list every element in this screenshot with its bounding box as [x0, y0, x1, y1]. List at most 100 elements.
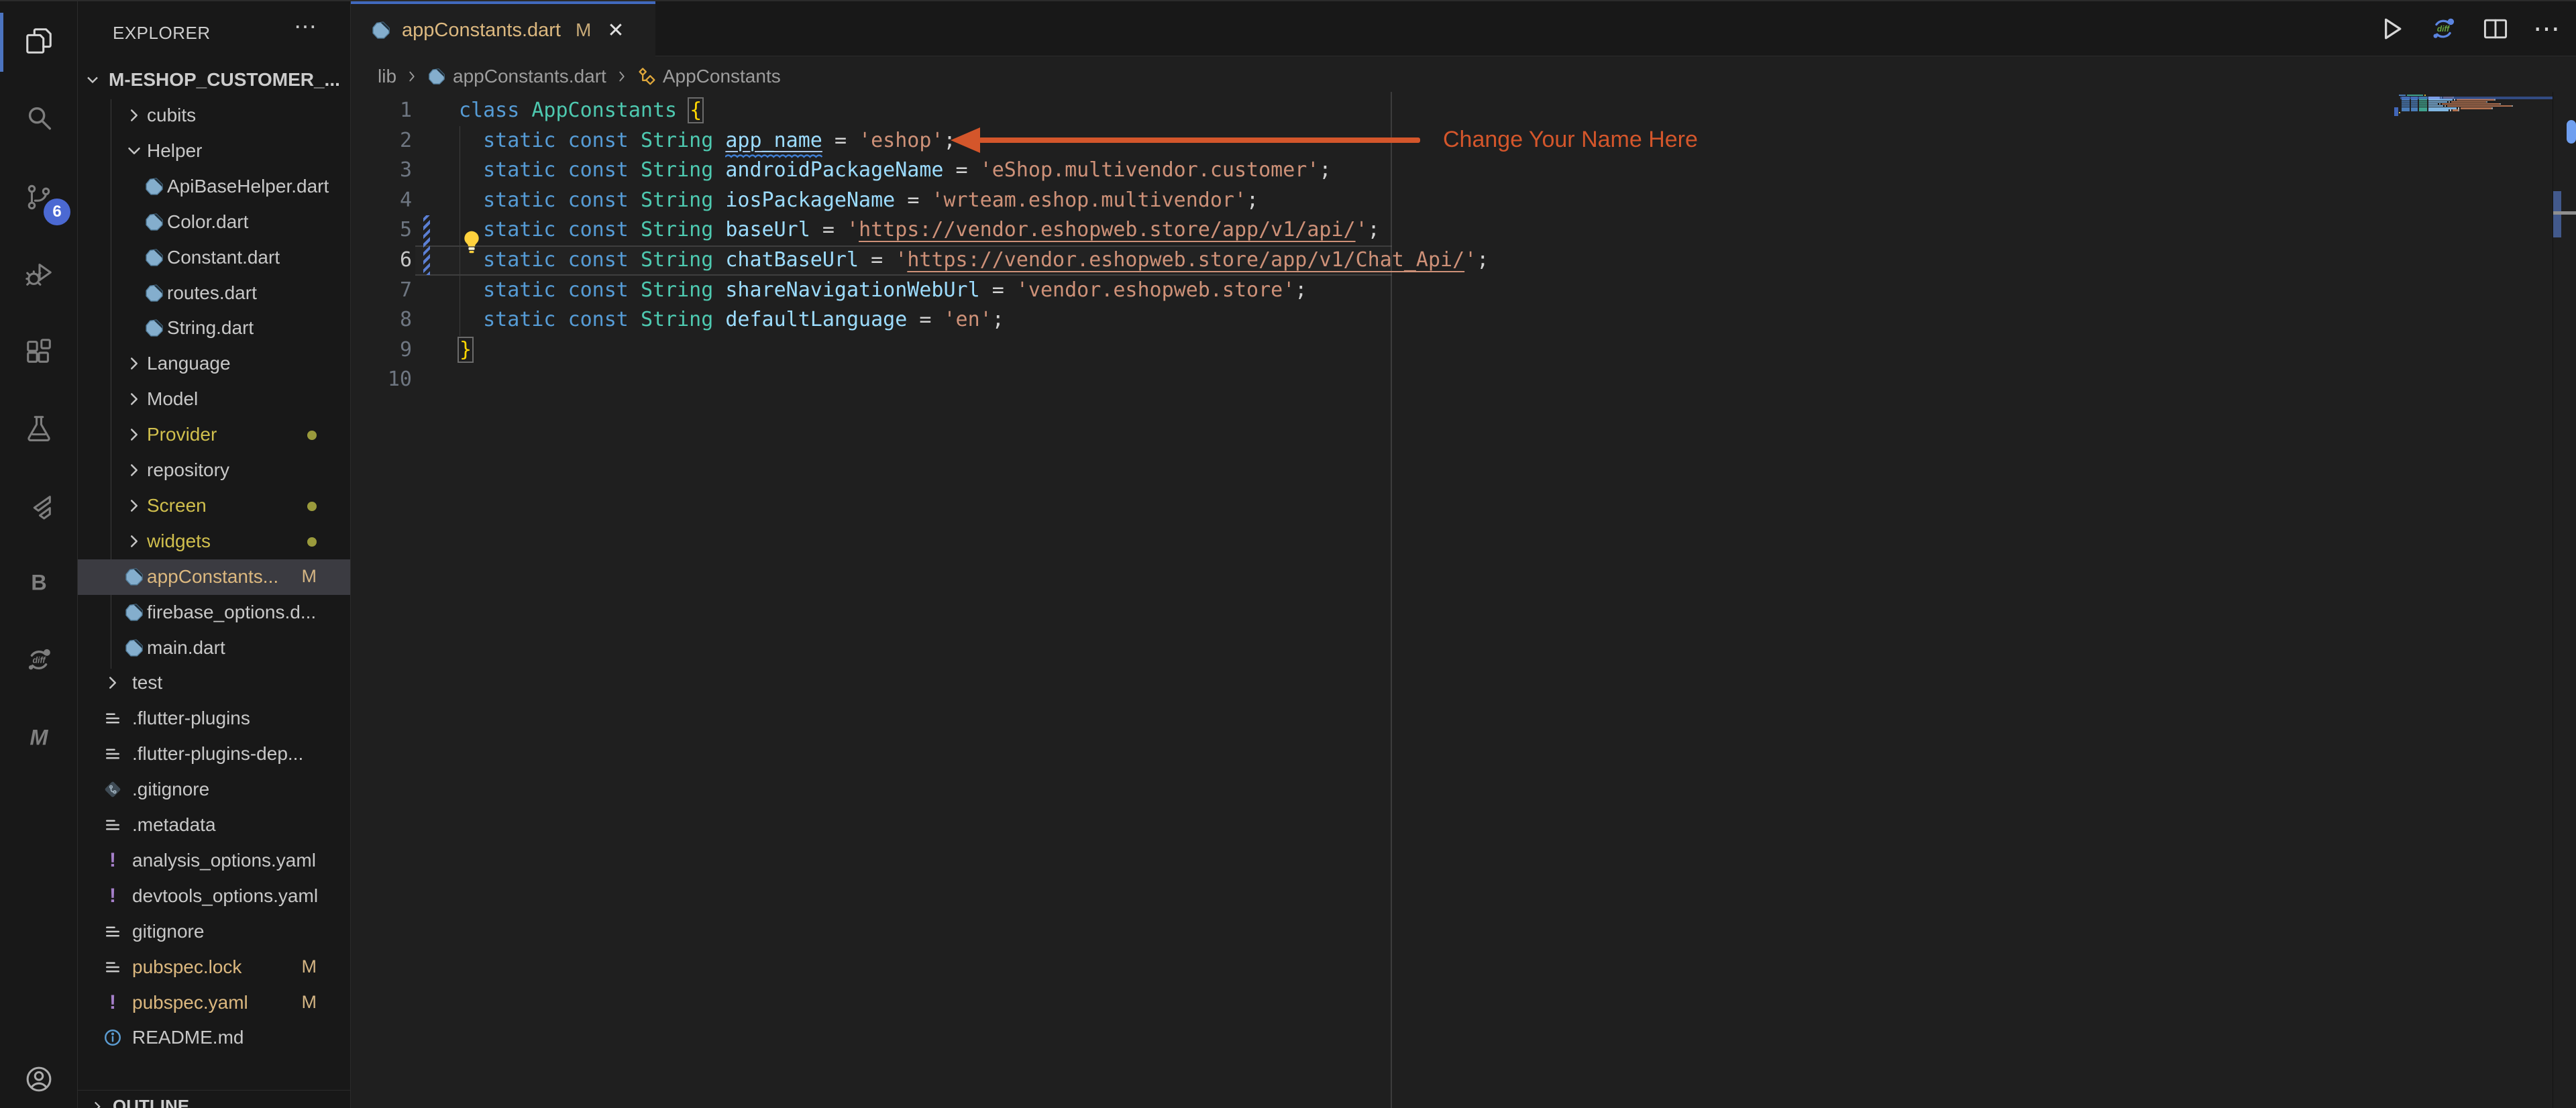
tree-item--metadata[interactable]: .metadata [78, 808, 350, 843]
breadcrumb-item-appconstants[interactable]: AppConstants [637, 66, 781, 87]
svg-text:diff: diff [32, 655, 46, 665]
tab-appconstants[interactable]: appConstants.dart M ✕ [351, 1, 655, 56]
more-actions-icon[interactable]: ⋯ [2533, 14, 2563, 44]
explorer-more-actions-icon[interactable]: ⋯ [294, 13, 318, 40]
tree-item-firebase-options-d-[interactable]: firebase_options.d... [78, 595, 350, 630]
flutter-icon [23, 492, 54, 527]
dart-file-icon [124, 638, 144, 658]
tree-item-label: pubspec.lock [132, 956, 242, 977]
tree-item-label: .flutter-plugins-dep... [132, 743, 304, 765]
info-file-icon [103, 1028, 123, 1048]
code-editor[interactable]: Change Your Name Here 1 class AppConstant… [351, 92, 2576, 1108]
tree-item--gitignore[interactable]: .gitignore [78, 772, 350, 808]
git-file-icon [103, 779, 123, 799]
activity-item-source-control[interactable]: 6 [0, 164, 77, 233]
tree-item-readme-md[interactable]: README.md [78, 1020, 350, 1056]
tree-item-label: Screen [147, 494, 207, 516]
tree-item-analysis-options-yaml[interactable]: ! analysis_options.yaml [78, 843, 350, 879]
tree-item-label: Color.dart [167, 211, 249, 232]
chevron-down-icon [87, 76, 98, 84]
annotation-arrow-tail [979, 137, 1420, 143]
outline-section[interactable]: OUTLINE [78, 1090, 350, 1108]
line-number[interactable]: 5 [351, 215, 412, 245]
line-number[interactable]: 4 [351, 186, 412, 216]
line-number[interactable]: 9 [351, 335, 412, 366]
tree-item-widgets[interactable]: widgets [78, 524, 350, 559]
line-number[interactable]: 3 [351, 156, 412, 186]
activity-item-m-tool[interactable]: M [0, 704, 77, 774]
annotation-text: Change Your Name Here [1443, 127, 1698, 152]
tree-item-string-dart[interactable]: String.dart [78, 311, 350, 346]
tree-item-constant-dart[interactable]: Constant.dart [78, 240, 350, 276]
diff-tool-icon[interactable]: diff [2428, 14, 2458, 44]
tree-item-color-dart[interactable]: Color.dart [78, 205, 350, 240]
workspace-name: M-ESHOP_CUSTOMER_... [109, 69, 340, 90]
tree-item-repository[interactable]: repository [78, 453, 350, 488]
tree-item-helper[interactable]: Helper [78, 133, 350, 169]
code-line-5[interactable]: static const String baseUrl = 'https://v… [459, 215, 1380, 245]
search-icon [23, 103, 54, 137]
tree-item-label: analysis_options.yaml [132, 849, 316, 871]
activity-item-bloc-b[interactable]: B [0, 549, 77, 619]
split-editor-icon[interactable] [2481, 14, 2510, 44]
activity-item-testing[interactable] [0, 395, 77, 465]
line-number[interactable]: 8 [351, 305, 412, 335]
dart-file-icon [144, 176, 164, 197]
bloc-b-icon: B [23, 567, 54, 602]
tree-item-routes-dart[interactable]: routes.dart [78, 276, 350, 311]
line-number[interactable]: 7 [351, 276, 412, 306]
breadcrumb-item-appconstants-dart[interactable]: appConstants.dart [427, 66, 606, 87]
tree-item--flutter-plugins[interactable]: .flutter-plugins [78, 701, 350, 736]
tree-item-label: Helper [147, 140, 203, 161]
activity-item-diff-tool[interactable]: diff [0, 626, 77, 696]
tree-item-label: devtools_options.yaml [132, 885, 319, 906]
m-tool-icon: M [23, 722, 54, 757]
chevron-right-icon [103, 673, 123, 693]
code-line-7[interactable]: static const String shareNavigationWebUr… [459, 276, 1307, 306]
activity-item-explorer[interactable] [0, 7, 77, 77]
tree-item-main-dart[interactable]: main.dart [78, 630, 350, 666]
tree-item-model[interactable]: Model [78, 382, 350, 417]
tree-item-pubspec-lock[interactable]: pubspec.lock M [78, 950, 350, 985]
activity-item-flutter[interactable] [0, 474, 77, 544]
tree-item-devtools-options-yaml[interactable]: ! devtools_options.yaml [78, 879, 350, 914]
chevron-down-icon [124, 141, 144, 161]
tree-item--flutter-plugins-dep-[interactable]: .flutter-plugins-dep... [78, 736, 350, 772]
tree-item-provider[interactable]: Provider [78, 417, 350, 453]
activity-item-run-debug[interactable] [0, 241, 77, 311]
tree-item-apibasehelper-dart[interactable]: ApiBaseHelper.dart [78, 169, 350, 205]
code-line-2[interactable]: static const String app_name = 'eshop'; [459, 126, 956, 158]
outline-label: OUTLINE [113, 1096, 190, 1108]
run-debug-icon [23, 259, 54, 293]
tab-close-icon[interactable]: ✕ [607, 19, 624, 42]
tree-item-pubspec-yaml[interactable]: ! pubspec.yaml M [78, 985, 350, 1021]
git-modified-m-badge: M [301, 565, 317, 586]
code-line-6[interactable]: static const String chatBaseUrl = 'https… [459, 245, 1489, 276]
activity-item-account[interactable] [0, 1046, 77, 1108]
minimap[interactable] [2399, 95, 2553, 121]
tree-item-appconstants-[interactable]: appConstants... M [78, 559, 350, 595]
tree-item-screen[interactable]: Screen [78, 488, 350, 524]
svg-text:B: B [31, 570, 47, 594]
code-line-1[interactable]: class AppConstants { [459, 96, 702, 126]
run-icon[interactable] [2376, 14, 2406, 44]
testing-icon [23, 413, 54, 447]
tree-item-gitignore[interactable]: gitignore [78, 914, 350, 950]
activity-item-extensions[interactable] [0, 318, 77, 388]
code-line-9[interactable]: } [459, 335, 472, 366]
workspace-section-header[interactable]: M-ESHOP_CUSTOMER_... [78, 63, 350, 97]
code-line-4[interactable]: static const String iosPackageName = 'wr… [459, 186, 1258, 216]
tree-item-cubits[interactable]: cubits [78, 98, 350, 133]
code-line-8[interactable]: static const String defaultLanguage = 'e… [459, 305, 1004, 335]
line-number[interactable]: 6 [351, 245, 412, 276]
dart-icon [427, 67, 446, 86]
tree-item-test[interactable]: test [78, 665, 350, 701]
code-line-3[interactable]: static const String androidPackageName =… [459, 156, 1331, 186]
breadcrumb-item-lib[interactable]: lib [378, 66, 396, 87]
git-modified-m-badge: M [301, 956, 317, 977]
line-number[interactable]: 2 [351, 126, 412, 156]
line-number[interactable]: 1 [351, 96, 412, 126]
line-number[interactable]: 10 [351, 365, 412, 395]
activity-item-search[interactable] [0, 85, 77, 154]
tree-item-language[interactable]: Language [78, 346, 350, 382]
